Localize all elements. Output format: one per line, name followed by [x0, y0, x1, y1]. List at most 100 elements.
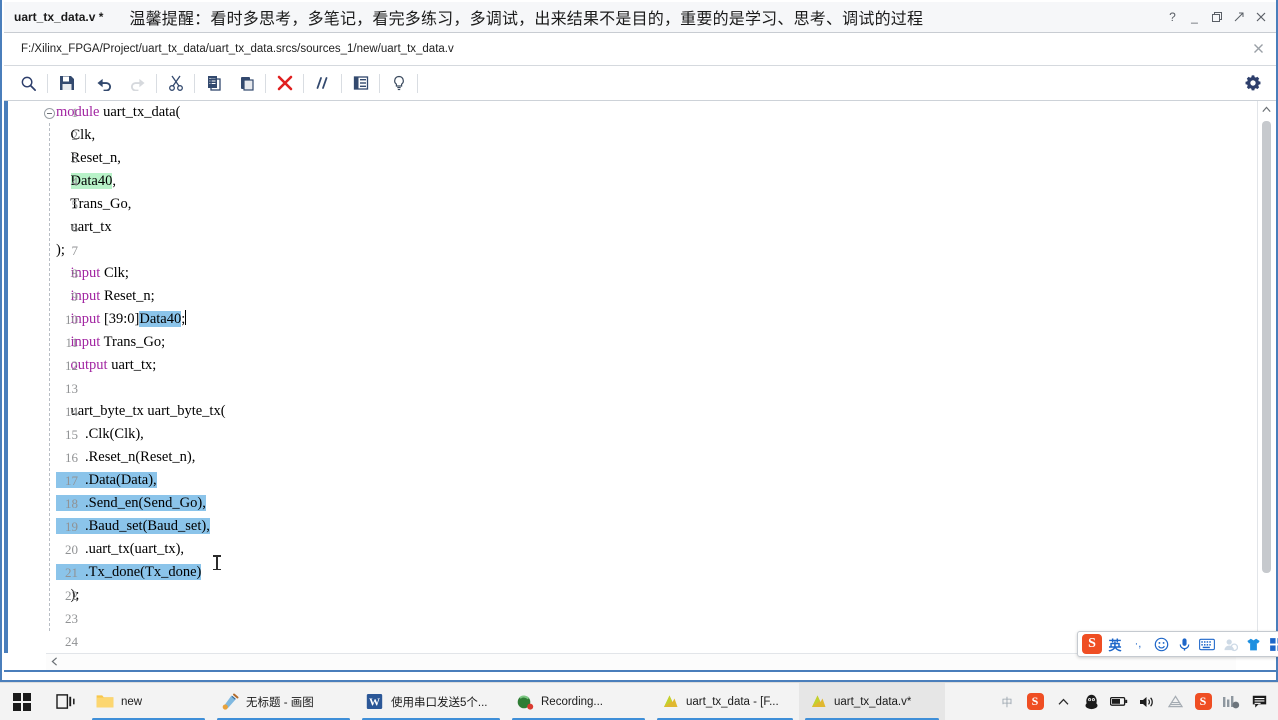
code-token: uart_tx_data(: [103, 104, 181, 120]
code-line[interactable]: 2 Clk,: [44, 124, 1248, 147]
comment-icon[interactable]: [306, 70, 339, 96]
paste-icon[interactable]: [230, 70, 263, 96]
code-line[interactable]: 1 module uart_tx_data(: [44, 101, 1248, 124]
taskbar-item-vivado-editor[interactable]: uart_tx_data.v*: [799, 682, 945, 720]
emoji-icon[interactable]: [1151, 634, 1171, 654]
code-line[interactable]: 6 uart_tx: [44, 216, 1248, 239]
editor-tab-title[interactable]: uart_tx_data.v *: [14, 10, 103, 24]
line-number: 3: [71, 151, 79, 166]
indent-icon[interactable]: [344, 70, 377, 96]
horizontal-scrollbar[interactable]: [46, 653, 1236, 670]
task-view-button[interactable]: [44, 683, 86, 720]
vertical-scroll-thumb[interactable]: [1262, 121, 1271, 573]
voice-input-icon[interactable]: [1174, 634, 1194, 654]
code-line[interactable]: 14 uart_byte_tx uart_byte_tx(: [44, 400, 1248, 423]
code-line[interactable]: 18 .Send_en(Send_Go),: [44, 492, 1248, 515]
code-text[interactable]: 1 module uart_tx_data(2 Clk, 3 Reset_n, 4 D…: [44, 101, 1248, 653]
scroll-up-icon[interactable]: [1258, 101, 1274, 118]
cut-icon[interactable]: [159, 70, 192, 96]
toolbar-separator: [417, 73, 418, 93]
code-line[interactable]: 10 input [39:0]Data40;: [44, 308, 1248, 331]
qq-icon[interactable]: [1078, 683, 1104, 720]
minimize-button[interactable]: _: [1188, 10, 1201, 24]
code-token: uart_byte_tx uart_byte_tx(: [56, 403, 226, 419]
code-line[interactable]: 9 input Reset_n;: [44, 285, 1248, 308]
vertical-scroll-track[interactable]: [1258, 118, 1274, 653]
toolbox-icon[interactable]: [1266, 634, 1278, 654]
code-line[interactable]: 17 .Data(Data),: [44, 469, 1248, 492]
bulb-icon[interactable]: [382, 70, 415, 96]
editor-toolbar: [4, 66, 1276, 101]
code-line[interactable]: 22 );: [44, 584, 1248, 607]
reminder-banner-text: 温馨提醒：看时多思考，多笔记，看完多练习，多调试，出来结果不是目的，重要的是学习…: [129, 11, 924, 28]
battery-icon[interactable]: [1106, 683, 1132, 720]
code-token: ,: [112, 173, 116, 189]
toolbar-separator: [303, 73, 304, 93]
code-line[interactable]: 19 .Baud_set(Baud_set),: [44, 515, 1248, 538]
line-number: 14: [65, 404, 78, 419]
punctuation-mode-icon[interactable]: ·,: [1128, 634, 1148, 654]
help-button[interactable]: ?: [1166, 10, 1179, 24]
gear-icon[interactable]: [1244, 74, 1262, 92]
save-icon[interactable]: [50, 70, 83, 96]
find-icon[interactable]: [12, 70, 45, 96]
skin-icon[interactable]: [1243, 634, 1263, 654]
scroll-left-icon[interactable]: [46, 656, 63, 668]
code-line[interactable]: 20 .uart_tx(uart_tx),: [44, 538, 1248, 561]
text-caret: [185, 310, 187, 325]
sogou-ime-toolbar[interactable]: S 英 ·,: [1077, 631, 1278, 657]
svg-text:W: W: [369, 696, 380, 708]
close-button[interactable]: [1254, 12, 1267, 22]
code-line[interactable]: 12 output uart_tx;: [44, 354, 1248, 377]
code-line[interactable]: 7);: [44, 239, 1248, 262]
code-line[interactable]: 5 Trans_Go,: [44, 193, 1248, 216]
start-button[interactable]: [0, 683, 44, 720]
show-hidden-icons-icon[interactable]: [1050, 683, 1076, 720]
code-line[interactable]: 23: [44, 607, 1248, 630]
sogou-tray-icon[interactable]: S: [1022, 683, 1048, 720]
line-number: 9: [71, 289, 79, 304]
taskbar-item-recording[interactable]: Recording...: [506, 683, 651, 720]
code-line[interactable]: 13: [44, 377, 1248, 400]
vertical-scrollbar[interactable]: [1257, 101, 1274, 653]
taskbar-item-paint[interactable]: 无标题 - 画图: [211, 683, 356, 720]
line-number: 13: [65, 381, 78, 396]
copy-icon[interactable]: [197, 70, 230, 96]
fold-toggle-icon[interactable]: [44, 108, 55, 119]
code-line[interactable]: 15 .Clk(Clk),: [44, 423, 1248, 446]
notifications-icon[interactable]: [1246, 683, 1272, 720]
volume-icon[interactable]: [1134, 683, 1160, 720]
restore-button[interactable]: [1210, 12, 1223, 22]
line-number: 19: [65, 519, 78, 534]
media-icon[interactable]: [1218, 683, 1244, 720]
code-token: [39:0]: [100, 311, 140, 327]
user-account-icon[interactable]: [1220, 634, 1240, 654]
code-line[interactable]: 4 Data40,: [44, 170, 1248, 193]
line-number: 20: [65, 542, 78, 557]
float-button[interactable]: [1232, 12, 1245, 22]
toolbar-separator: [265, 73, 266, 93]
language-mode-icon[interactable]: 英: [1105, 634, 1125, 654]
taskbar-item-explorer[interactable]: new: [86, 683, 211, 720]
soft-keyboard-icon[interactable]: [1197, 634, 1217, 654]
undo-icon[interactable]: [88, 70, 121, 96]
code-line[interactable]: 8 input Clk;: [44, 262, 1248, 285]
code-editor-area[interactable]: 1 module uart_tx_data(2 Clk, 3 Reset_n, 4 D…: [4, 101, 1276, 653]
screen: uart_tx_data.v * 温馨提醒：看时多思考，多笔记，看完多练习，多调…: [0, 0, 1278, 720]
ime-status-icon[interactable]: 中: [994, 683, 1020, 720]
system-tray: 中 S S: [994, 683, 1278, 720]
code-line[interactable]: 11 input Trans_Go;: [44, 331, 1248, 354]
code-line[interactable]: 24: [44, 630, 1248, 653]
sogou-input-icon[interactable]: S: [1190, 683, 1216, 720]
delete-icon[interactable]: [268, 70, 301, 96]
code-line[interactable]: 21 .Tx_done(Tx_done): [44, 561, 1248, 584]
taskbar-item-vivado-project[interactable]: uart_tx_data - [F...: [651, 683, 799, 720]
code-line[interactable]: 16 .Reset_n(Reset_n),: [44, 446, 1248, 469]
close-file-icon[interactable]: [1253, 43, 1264, 56]
code-token: Trans_Go;: [100, 334, 166, 350]
taskbar-item-word[interactable]: W 使用串口发送5个...: [356, 683, 506, 720]
sogou-logo-icon[interactable]: S: [1082, 634, 1102, 654]
line-number: 24: [65, 634, 78, 649]
network-icon[interactable]: [1162, 683, 1188, 720]
code-line[interactable]: 3 Reset_n,: [44, 147, 1248, 170]
